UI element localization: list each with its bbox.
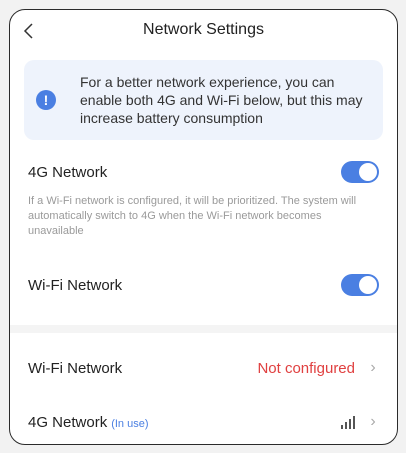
chevron-right-icon: ›: [370, 413, 376, 430]
nav-label-4g: 4G Network: [28, 413, 108, 431]
chevron-left-icon: [23, 23, 33, 39]
info-icon: !: [36, 90, 56, 110]
signal-strength-icon: [341, 415, 355, 429]
toggle-label-wifi: Wi-Fi Network: [28, 276, 123, 294]
header: Network Settings: [10, 10, 397, 50]
toggle-wifi[interactable]: [341, 274, 379, 296]
toggle-label-4g: 4G Network: [28, 163, 108, 181]
nav-label-wifi: Wi-Fi Network: [28, 359, 123, 377]
section-divider: [10, 325, 397, 333]
network-priority-description: If a Wi-Fi network is configured, it wil…: [28, 195, 357, 237]
toggle-4g[interactable]: [341, 161, 379, 183]
nav-row-wifi[interactable]: Wi-Fi Network Not configured ›: [10, 341, 397, 395]
toggle-row-wifi: Wi-Fi Network: [10, 263, 397, 307]
page-title: Network Settings: [143, 21, 264, 38]
info-banner: ! For a better network experience, you c…: [24, 60, 383, 140]
nav-row-4g[interactable]: 4G Network (In use) ›: [10, 395, 397, 444]
info-banner-text: For a better network experience, you can…: [80, 74, 363, 126]
back-button[interactable]: [18, 21, 38, 41]
chevron-right-icon: ›: [370, 359, 376, 376]
in-use-tag: (In use): [111, 417, 149, 430]
wifi-status: Not configured: [257, 359, 355, 377]
screen: Network Settings ! For a better network …: [9, 9, 398, 445]
toggle-row-4g: 4G Network: [10, 150, 397, 194]
